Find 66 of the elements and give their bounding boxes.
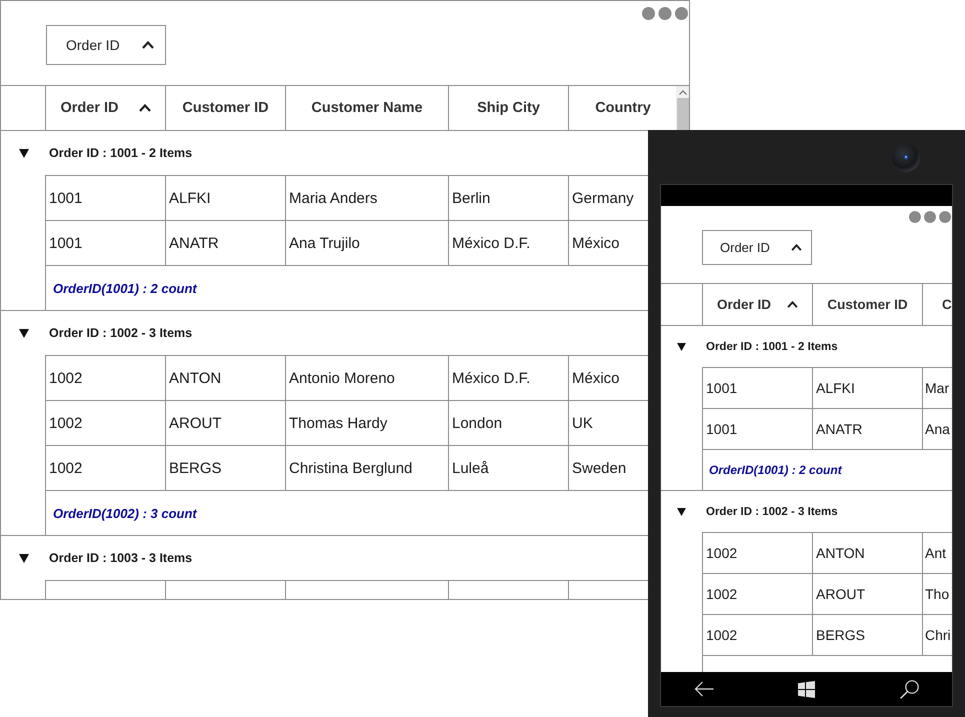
- column-header[interactable]: Ship City: [449, 86, 569, 130]
- triangle-icon[interactable]: [19, 148, 29, 158]
- table-cell: 1002: [703, 533, 813, 573]
- table-cell: Thomas Hardy: [286, 401, 449, 445]
- table-cell: Ana Trujilo: [286, 221, 449, 265]
- table-cell: 1002: [703, 574, 813, 614]
- camera-lens-icon: [892, 144, 920, 172]
- search-icon[interactable]: [900, 680, 919, 698]
- table-cell: London: [449, 401, 569, 445]
- group-summary: OrderID(1001) : 2 count: [53, 280, 197, 296]
- group-caption[interactable]: Order ID : 1002 - 3 Items: [49, 326, 192, 340]
- table-cell: BERGS: [813, 615, 923, 655]
- table-cell: ANATR: [166, 221, 286, 265]
- more-options-icon[interactable]: [909, 211, 951, 223]
- table-cell: ANATR: [813, 409, 923, 449]
- group-caption[interactable]: Order ID : 1001 - 2 Items: [706, 340, 838, 352]
- column-header[interactable]: Order ID: [703, 284, 813, 325]
- table-cell: BERGS: [166, 446, 286, 490]
- table-cell-text: Ant: [924, 544, 948, 563]
- table-cell: ANTON: [813, 533, 923, 573]
- table-cell: 1002: [46, 401, 166, 445]
- table-cell: 1001: [46, 176, 166, 220]
- table-cell: Berlin: [449, 176, 569, 220]
- group-caption[interactable]: Order ID : 1002 - 3 Items: [706, 506, 838, 518]
- table-cell: 1002: [46, 356, 166, 400]
- group-summary: OrderID(1001) : 2 count: [709, 463, 842, 477]
- table-cell: ALFKI: [813, 368, 923, 408]
- table-cell: 1002: [46, 446, 166, 490]
- triangle-icon[interactable]: [19, 554, 29, 562]
- triangle-icon[interactable]: [19, 328, 29, 338]
- column-header[interactable]: Customer ID: [166, 86, 286, 130]
- column-header[interactable]: Order ID: [46, 86, 166, 130]
- table-cell-text: Mar: [924, 379, 950, 398]
- group-caption[interactable]: Order ID : 1001 - 2 Items: [49, 146, 192, 160]
- table-cell: Antonio Moreno: [286, 356, 449, 400]
- group-chip[interactable]: Order ID: [46, 25, 166, 65]
- table-cell: México D.F.: [449, 356, 569, 400]
- back-arrow-icon[interactable]: [694, 681, 714, 697]
- triangle-icon[interactable]: [677, 508, 686, 516]
- start-icon[interactable]: [798, 680, 815, 698]
- group-summary: OrderID(1002) : 3 count: [53, 506, 197, 520]
- group-chip[interactable]: Order ID: [702, 230, 812, 265]
- column-header[interactable]: Customer Name: [286, 86, 449, 130]
- table-cell: Luleå: [449, 446, 569, 490]
- table-cell-text: Ana: [924, 420, 951, 439]
- column-header[interactable]: C: [923, 284, 952, 325]
- table-cell-text: Tho: [924, 585, 950, 604]
- table-cell: Maria Anders: [286, 176, 449, 220]
- group-caption[interactable]: Order ID : 1003 - 3 Items: [49, 551, 192, 565]
- table-cell: 1001: [703, 409, 813, 449]
- table-cell: Christina Berglund: [286, 446, 449, 490]
- triangle-icon[interactable]: [677, 342, 686, 350]
- scroll-up-icon[interactable]: [678, 90, 686, 95]
- table-cell: 1001: [46, 221, 166, 265]
- table-cell: ANTON: [166, 356, 286, 400]
- table-cell-text: Chri: [924, 626, 952, 645]
- more-options-icon[interactable]: [642, 7, 688, 20]
- table-cell: ALFKI: [166, 176, 286, 220]
- table-cell: AROUT: [813, 574, 923, 614]
- table-cell: 1001: [703, 368, 813, 408]
- column-header[interactable]: Customer ID: [813, 284, 923, 325]
- table-cell: AROUT: [166, 401, 286, 445]
- table-cell: México D.F.: [449, 221, 569, 265]
- scrollbar-thumb[interactable]: [676, 98, 688, 130]
- vertical-scrollbar[interactable]: [676, 86, 689, 130]
- table-cell: 1002: [703, 615, 813, 655]
